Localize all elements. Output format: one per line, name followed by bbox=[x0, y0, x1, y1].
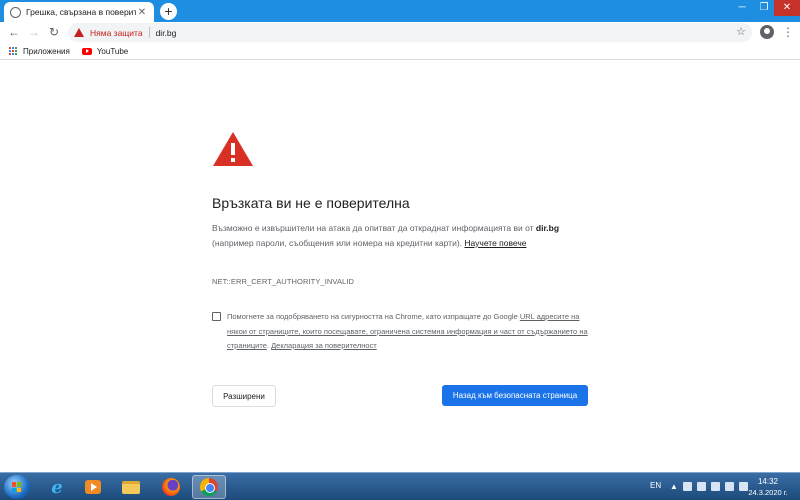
internet-explorer-icon: e bbox=[51, 476, 63, 498]
clock-time: 14:32 bbox=[757, 477, 779, 486]
clock-date: 24.3.2020 г. bbox=[748, 488, 788, 497]
url-text[interactable]: dir.bg bbox=[156, 28, 177, 38]
back-arrow-icon[interactable]: ← bbox=[6, 24, 22, 40]
action-center-icon[interactable] bbox=[682, 482, 692, 491]
optin-separator: . bbox=[266, 341, 269, 350]
folder-icon bbox=[122, 480, 140, 494]
optin-text: Помогнете за подобряването на сигурностт… bbox=[227, 310, 592, 354]
youtube-icon[interactable] bbox=[81, 47, 92, 55]
warning-triangle-icon bbox=[213, 132, 253, 166]
description-prefix: Възможно е извършители на атака да опитв… bbox=[212, 223, 534, 233]
tab-title: Грешка, свързана в поверителн bbox=[26, 7, 136, 17]
window-close-icon[interactable]: ✕ bbox=[774, 0, 800, 16]
error-code[interactable]: NET::ERR_CERT_AUTHORITY_INVALID bbox=[212, 277, 354, 286]
back-to-safety-button[interactable]: Назад към безопасната страница bbox=[442, 385, 588, 406]
system-tray: ▲ bbox=[670, 482, 748, 491]
not-secure-warning-icon[interactable] bbox=[74, 28, 84, 37]
windows-logo-icon bbox=[12, 482, 22, 492]
maximize-icon[interactable]: ❐ bbox=[752, 0, 776, 16]
security-icon[interactable] bbox=[696, 482, 706, 491]
privacy-policy-link[interactable]: Декларация за поверителност bbox=[271, 341, 377, 350]
learn-more-link[interactable]: Научете повече bbox=[464, 238, 526, 248]
taskbar-media-player[interactable] bbox=[76, 475, 110, 499]
browser-tab[interactable]: Грешка, свързана в поверителн ✕ bbox=[4, 2, 154, 22]
taskbar-firefox[interactable] bbox=[154, 475, 188, 499]
browser-toolbar: ← → ↻ Няма защита dir.bg ☆ ⋮ bbox=[0, 22, 800, 43]
star-icon[interactable]: ☆ bbox=[736, 25, 746, 38]
error-description: Възможно е извършители на атака да опитв… bbox=[212, 221, 572, 251]
safe-browsing-optin: Помогнете за подобряването на сигурностт… bbox=[212, 310, 592, 354]
taskbar-explorer[interactable] bbox=[114, 475, 148, 499]
bookmark-apps[interactable]: Приложения bbox=[23, 47, 70, 56]
page-title: Връзката ви не е поверителна bbox=[212, 195, 410, 211]
windows-taskbar: e EN ▲ 14:32 24.3.2020 г. bbox=[0, 472, 800, 500]
forward-arrow-icon[interactable]: → bbox=[26, 24, 42, 40]
optin-text-prefix: Помогнете за подобряването на сигурностт… bbox=[227, 312, 518, 321]
security-label[interactable]: Няма защита bbox=[90, 28, 143, 38]
title-bar: Грешка, свързана в поверителн ✕ + ─ ❐ ✕ bbox=[0, 0, 800, 22]
reload-icon[interactable]: ↻ bbox=[46, 24, 62, 40]
taskbar-internet-explorer[interactable]: e bbox=[40, 475, 74, 499]
account-icon[interactable] bbox=[760, 25, 774, 39]
bookmark-youtube[interactable]: YouTube bbox=[97, 47, 128, 56]
chrome-icon bbox=[200, 478, 218, 496]
start-button[interactable] bbox=[4, 475, 30, 499]
network-icon[interactable] bbox=[710, 482, 720, 491]
plus-icon[interactable]: + bbox=[160, 3, 177, 20]
screen: Грешка, свързана в поверителн ✕ + ─ ❐ ✕ … bbox=[0, 0, 800, 500]
close-icon[interactable]: ✕ bbox=[136, 7, 148, 18]
language-indicator[interactable]: EN bbox=[650, 481, 661, 490]
volume-icon[interactable] bbox=[724, 482, 734, 491]
domain-name: dir.bg bbox=[535, 223, 560, 233]
globe-icon bbox=[10, 6, 21, 18]
omnibox-separator bbox=[148, 27, 150, 38]
apps-grid-icon[interactable] bbox=[9, 46, 18, 56]
bookmarks-bar: Приложения YouTube bbox=[0, 43, 800, 60]
minimize-icon[interactable]: ─ bbox=[730, 0, 754, 16]
optin-checkbox[interactable] bbox=[212, 312, 221, 321]
advanced-button[interactable]: Разширени bbox=[212, 385, 276, 407]
more-vert-icon[interactable]: ⋮ bbox=[782, 24, 794, 40]
tray-expand-icon[interactable]: ▲ bbox=[670, 482, 678, 491]
clock[interactable]: 14:32 24.3.2020 г. bbox=[742, 476, 794, 498]
description-suffix: (например пароли, съобщения или номера н… bbox=[212, 238, 463, 248]
firefox-icon bbox=[162, 478, 180, 496]
address-bar[interactable]: Няма защита dir.bg ☆ bbox=[68, 23, 752, 42]
media-player-icon bbox=[85, 480, 101, 494]
taskbar-chrome[interactable] bbox=[192, 475, 226, 499]
